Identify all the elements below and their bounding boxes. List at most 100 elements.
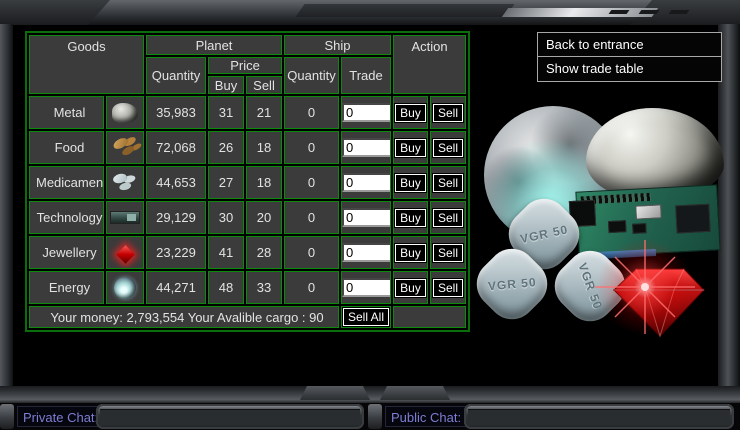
trade-amount-input[interactable] (342, 173, 391, 192)
planet-quantity: 29,129 (146, 201, 206, 234)
pill-label: VGR 50 (519, 222, 570, 246)
circuit-board-icon (110, 211, 140, 224)
top-frame-dark-segment (295, 4, 514, 17)
trade-amount-input[interactable] (342, 103, 391, 122)
chat-row: Private Chat: Public Chat: (0, 403, 740, 430)
buy-button[interactable]: Buy (395, 139, 426, 157)
planet-quantity: 44,271 (146, 271, 206, 304)
header-ship: Ship (284, 35, 391, 55)
price-sell: 20 (246, 201, 282, 234)
top-frame-bar (0, 0, 740, 25)
red-gem-icon (116, 245, 134, 263)
food-icon (110, 136, 140, 160)
bottom-frame-bar (0, 386, 740, 403)
private-chat-input-panel[interactable] (96, 404, 364, 429)
planet-quantity: 44,653 (146, 166, 206, 199)
sell-all-button[interactable]: Sell All (343, 308, 389, 326)
pills-icon (111, 172, 139, 194)
goods-collage: VGR 50 VGR 50 VGR 50 (478, 96, 736, 344)
price-buy: 31 (208, 96, 244, 129)
buy-button[interactable]: Buy (395, 104, 426, 122)
header-price-buy: Buy (208, 76, 244, 94)
bottom-frame-tab (380, 386, 450, 400)
price-sell: 18 (246, 131, 282, 164)
sell-button[interactable]: Sell (433, 279, 463, 297)
top-frame-left-cap (0, 0, 110, 25)
menu-item-show-trade-table[interactable]: Show trade table (538, 57, 721, 81)
menu-item-back-to-entrance[interactable]: Back to entrance (538, 33, 721, 57)
sell-button[interactable]: Sell (433, 174, 463, 192)
circuit-chip-bright (635, 204, 662, 219)
table-row-food: Food 72,068 26 18 0 Buy Sell (29, 131, 466, 164)
top-frame-dash (639, 10, 660, 14)
sell-button[interactable]: Sell (433, 139, 463, 157)
goods-name: Jewellery (29, 236, 104, 269)
planet-quantity: 72,068 (146, 131, 206, 164)
ship-quantity: 0 (284, 131, 339, 164)
trade-amount-input[interactable] (342, 243, 391, 262)
price-sell: 18 (246, 166, 282, 199)
money-cargo-summary: Your money: 2,793,554 Your Avalible carg… (29, 306, 339, 328)
price-sell: 28 (246, 236, 282, 269)
sell-button[interactable]: Sell (433, 209, 463, 227)
price-buy: 27 (208, 166, 244, 199)
header-action: Action (393, 35, 466, 94)
public-chat-input-panel[interactable] (464, 404, 734, 429)
nav-menu: Back to entrance Show trade table (537, 32, 722, 82)
public-chat-cap (368, 404, 382, 429)
goods-name: Metal (29, 96, 104, 129)
ship-quantity: 0 (284, 236, 339, 269)
header-goods: Goods (29, 35, 144, 94)
header-planet: Planet (146, 35, 282, 55)
ship-quantity: 0 (284, 271, 339, 304)
trade-amount-input[interactable] (342, 138, 391, 157)
goods-name: Technology (29, 201, 104, 234)
table-row-medicament: Medicament 44,653 27 18 0 Buy Sell (29, 166, 466, 199)
price-buy: 48 (208, 271, 244, 304)
bottom-frame-tab (300, 386, 370, 400)
price-sell: 21 (246, 96, 282, 129)
goods-name: Food (29, 131, 104, 164)
sell-button[interactable]: Sell (433, 244, 463, 262)
table-row-metal: Metal 35,983 31 21 0 Buy Sell (29, 96, 466, 129)
ship-quantity: 0 (284, 166, 339, 199)
table-row-technology: Technology 29,129 30 20 0 Buy Sell (29, 201, 466, 234)
private-chat-cap (0, 404, 14, 429)
pill-label: VGR 50 (487, 275, 537, 293)
header-planet-quantity: Quantity (146, 57, 206, 94)
planet-quantity: 35,983 (146, 96, 206, 129)
private-chat-recess (100, 409, 360, 425)
header-trade: Trade (341, 57, 391, 94)
left-frame-bar (0, 24, 13, 388)
private-chat-label: Private Chat: (17, 406, 104, 427)
planet-orb-icon (114, 277, 136, 299)
buy-button[interactable]: Buy (395, 244, 426, 262)
circuit-chip-big (675, 204, 710, 234)
top-frame-dash (669, 10, 690, 14)
planet-quantity: 23,229 (146, 236, 206, 269)
sell-button[interactable]: Sell (433, 104, 463, 122)
price-buy: 41 (208, 236, 244, 269)
public-chat-label: Public Chat: (385, 406, 467, 427)
buy-button[interactable]: Buy (395, 279, 426, 297)
buy-button[interactable]: Buy (395, 209, 426, 227)
trade-table: Goods Planet Ship Action Quantity Price … (25, 31, 470, 332)
header-price-sell: Sell (246, 76, 282, 94)
table-row-energy: Energy 44,271 48 33 0 Buy Sell (29, 271, 466, 304)
public-chat-recess (468, 409, 730, 425)
metal-ore-icon (112, 103, 138, 123)
top-frame-dash (609, 10, 630, 14)
header-price: Price (208, 57, 282, 74)
ship-quantity: 0 (284, 96, 339, 129)
ship-quantity: 0 (284, 201, 339, 234)
starburst-rays (590, 232, 700, 342)
goods-name: Energy (29, 271, 104, 304)
trade-amount-input[interactable] (342, 278, 391, 297)
table-row-jewellery: Jewellery 23,229 41 28 0 Buy Sell (29, 236, 466, 269)
goods-name: Medicament (29, 166, 104, 199)
buy-button[interactable]: Buy (395, 174, 426, 192)
top-frame-highlight (502, 8, 658, 17)
trade-amount-input[interactable] (342, 208, 391, 227)
footer-empty-cell (393, 306, 466, 328)
price-sell: 33 (246, 271, 282, 304)
